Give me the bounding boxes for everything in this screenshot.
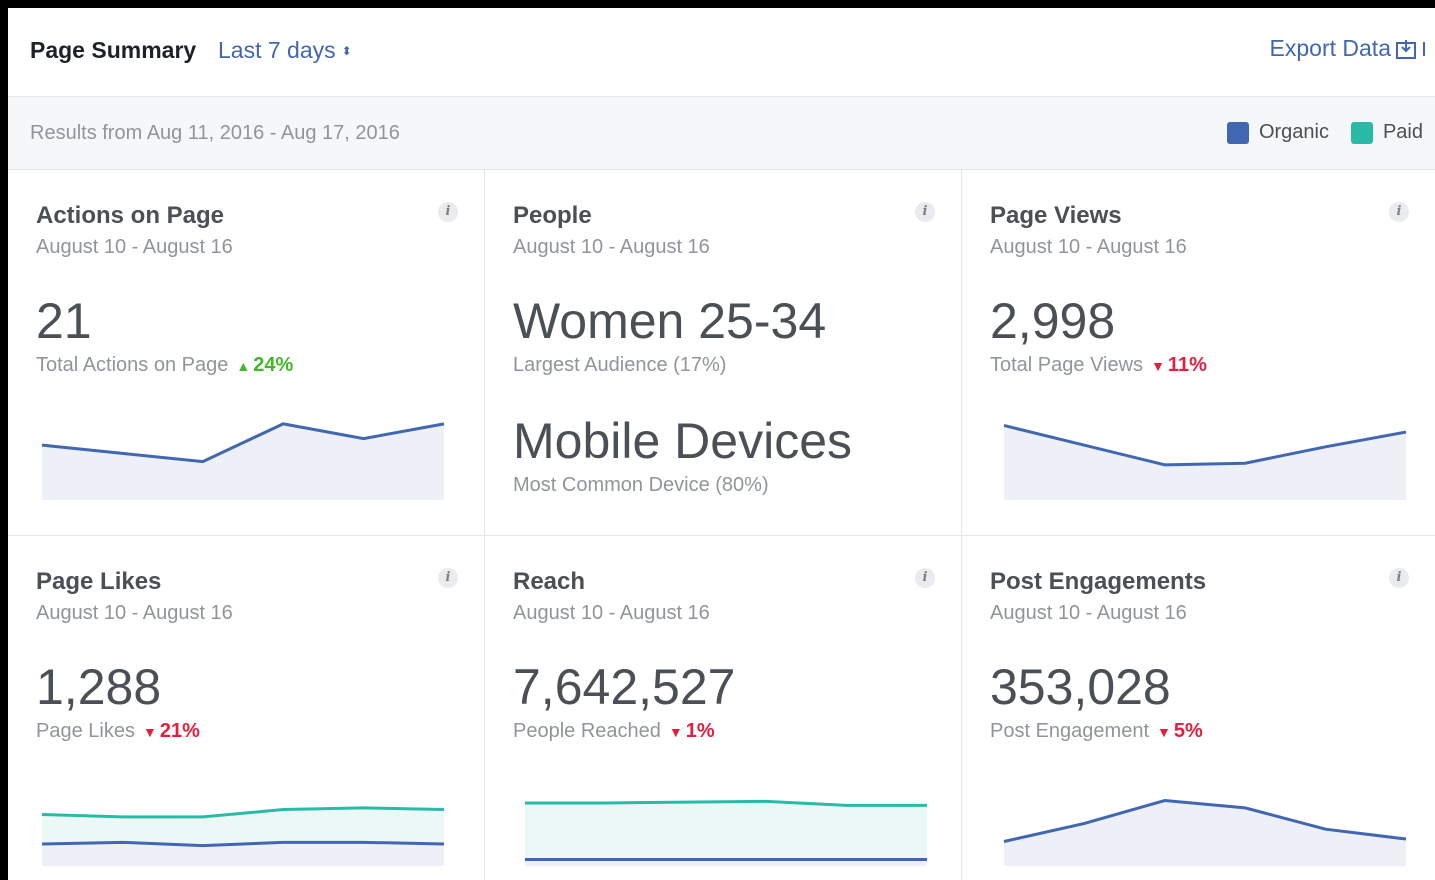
- card-value: Women 25-34: [513, 293, 827, 349]
- card-caption: Total Actions on Page ▲ 24%: [36, 354, 293, 377]
- info-icon[interactable]: i: [1389, 568, 1409, 588]
- card-date-range: August 10 - August 16: [36, 236, 233, 258]
- card-caption: Largest Audience (17%): [513, 354, 727, 376]
- sparkline-chart: [1003, 424, 1407, 500]
- card-title: Reach: [513, 568, 586, 595]
- page-title: Page Summary: [30, 37, 197, 63]
- card-date-range: August 10 - August 16: [36, 602, 233, 624]
- legend-organic: Organic: [1226, 121, 1329, 144]
- card-value: 7,642,527: [513, 659, 736, 715]
- delta-value: 21%: [159, 720, 200, 742]
- card-caption: Page Likes ▼ 21%: [36, 720, 200, 743]
- sparkline-chart: [41, 422, 445, 500]
- organic-series-area: [1004, 800, 1406, 866]
- delta-badge: ▼ 11%: [1151, 354, 1207, 377]
- delta-value: 24%: [253, 354, 294, 376]
- caption-text: Post Engagement: [990, 720, 1149, 742]
- export-icon: [1396, 39, 1416, 59]
- down-arrow-icon: ▼: [1157, 723, 1171, 740]
- export-data-label: Export Data: [1269, 35, 1391, 61]
- delta-badge: ▼ 1%: [669, 720, 715, 743]
- paid-swatch: [1350, 121, 1373, 144]
- delta-badge: ▼ 5%: [1157, 720, 1203, 743]
- caption-text: Total Page Views: [990, 354, 1144, 376]
- card-caption: Post Engagement ▼ 5%: [990, 720, 1203, 743]
- paid-series-area: [525, 801, 927, 866]
- card-value: 21: [36, 293, 92, 349]
- card-value: 1,288: [36, 659, 162, 715]
- info-icon[interactable]: i: [438, 568, 458, 588]
- export-data-button[interactable]: Export Data: [1270, 35, 1425, 62]
- card-value: 2,998: [990, 293, 1116, 349]
- organic-swatch: [1226, 121, 1249, 144]
- delta-badge: ▲ 24%: [236, 354, 293, 377]
- down-arrow-icon: ▼: [1151, 357, 1165, 374]
- info-icon[interactable]: i: [1389, 202, 1409, 222]
- chart-legend: Organic Paid: [1205, 121, 1423, 144]
- sparkline-chart: [41, 806, 445, 866]
- caption-text: Total Actions on Page: [36, 354, 229, 376]
- results-range-text: Results from Aug 11, 2016 - Aug 17, 2016: [30, 122, 400, 144]
- info-icon[interactable]: i: [438, 202, 458, 222]
- caption-text: Page Likes: [36, 720, 135, 742]
- card-value: 353,028: [990, 659, 1171, 715]
- card-title: Post Engagements: [990, 568, 1207, 595]
- down-arrow-icon: ▼: [142, 723, 157, 740]
- legend-organic-label: Organic: [1258, 121, 1329, 143]
- delta-badge: ▼ 21%: [143, 720, 200, 743]
- card-page-likes[interactable]: Page Likes August 10 - August 16 i 1,288…: [8, 536, 485, 880]
- card-caption: People Reached ▼ 1%: [513, 720, 715, 743]
- metrics-grid: Actions on Page August 10 - August 16 i …: [8, 170, 1435, 880]
- legend-paid: Paid: [1350, 121, 1423, 144]
- date-range-dropdown[interactable]: Last 7 days ⬍: [218, 37, 352, 64]
- summary-header: Page Summary Last 7 days ⬍ Export Data: [8, 8, 1435, 97]
- delta-value: 5%: [1173, 720, 1203, 742]
- sort-caret-icon: ⬍: [341, 44, 352, 58]
- card-page-views[interactable]: Page Views August 10 - August 16 i 2,998…: [962, 170, 1435, 536]
- delta-value: 11%: [1167, 354, 1207, 376]
- card-title: Actions on Page: [36, 202, 225, 229]
- card-caption: Total Page Views ▼ 11%: [990, 354, 1207, 377]
- card-date-range: August 10 - August 16: [513, 236, 710, 258]
- card-title: Page Likes: [36, 568, 162, 595]
- up-arrow-icon: ▲: [236, 357, 251, 374]
- card-post-engagements[interactable]: Post Engagements August 10 - August 16 i…: [962, 536, 1435, 880]
- down-arrow-icon: ▼: [668, 723, 683, 740]
- sparkline-chart: [1003, 798, 1407, 866]
- card-reach[interactable]: Reach August 10 - August 16 i 7,642,527 …: [485, 536, 962, 880]
- card-people[interactable]: People August 10 - August 16 i Women 25-…: [485, 170, 962, 536]
- legend-paid-label: Paid: [1382, 121, 1423, 143]
- date-range-label: Last 7 days: [218, 37, 336, 63]
- overflow-indicator: [1423, 41, 1425, 56]
- page-summary-panel: Page Summary Last 7 days ⬍ Export Data Re…: [8, 8, 1435, 880]
- card-date-range: August 10 - August 16: [990, 602, 1187, 624]
- card-actions-on-page[interactable]: Actions on Page August 10 - August 16 i …: [8, 170, 485, 536]
- results-bar: Results from Aug 11, 2016 - Aug 17, 2016…: [8, 97, 1435, 170]
- delta-value: 1%: [685, 720, 715, 742]
- card-title: People: [513, 202, 592, 229]
- card-value-secondary: Mobile Devices: [513, 413, 853, 469]
- card-date-range: August 10 - August 16: [990, 236, 1187, 258]
- organic-series-area: [42, 842, 444, 866]
- caption-text: People Reached: [513, 720, 661, 742]
- card-date-range: August 10 - August 16: [513, 602, 710, 624]
- card-caption-secondary: Most Common Device (80%): [513, 474, 769, 496]
- card-title: Page Views: [990, 202, 1122, 229]
- info-icon[interactable]: i: [915, 568, 935, 588]
- sparkline-chart: [525, 799, 927, 866]
- info-icon[interactable]: i: [915, 202, 935, 222]
